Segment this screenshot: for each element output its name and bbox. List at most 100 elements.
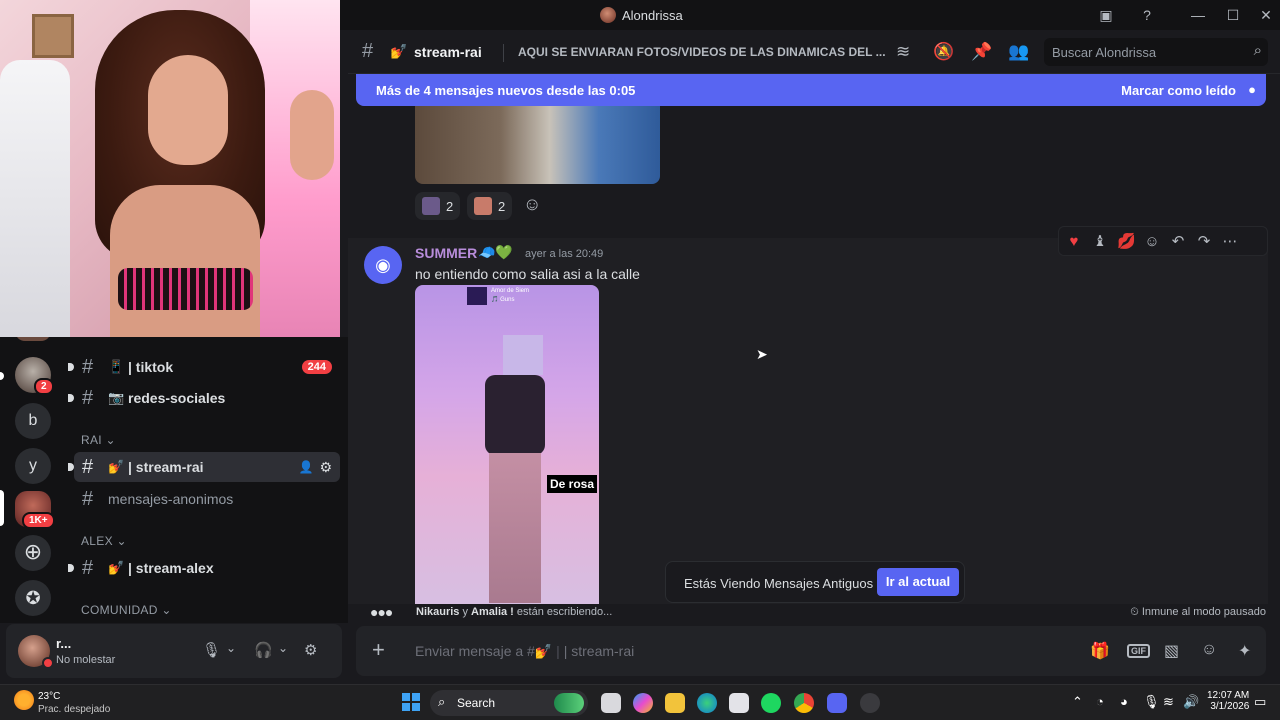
inbox-icon[interactable]: ▣ (1096, 6, 1116, 24)
channel-stream-rai[interactable]: # 💅 | stream-rai 👤 ⚙ (68, 452, 340, 482)
weather-temp[interactable]: 23°C (38, 691, 60, 702)
taskbar-search[interactable]: ⌕ Search (430, 690, 588, 716)
notifications-icon[interactable]: ▭ (1254, 694, 1266, 710)
hash-icon: # (82, 455, 94, 478)
server-b[interactable]: b (15, 403, 51, 439)
channel-redes-sociales[interactable]: # 📷 redes-sociales (68, 383, 340, 413)
emoji-reaction-icon[interactable]: ♝ (1091, 232, 1109, 250)
discover-icon[interactable]: ✪ (15, 580, 51, 616)
channel-tiktok[interactable]: # 📱 | tiktok 244 (68, 352, 340, 382)
mark-as-read-button[interactable]: Marcar como leído (1121, 83, 1236, 98)
chevron-down-icon[interactable]: ⌄ (278, 641, 288, 655)
threads-icon[interactable]: ≋ (896, 42, 910, 62)
channel-mensajes-anonimos[interactable]: # mensajes-anonimos (74, 484, 340, 514)
reaction-pill[interactable]: 2 (415, 192, 461, 220)
mark-read-icon: ● (1248, 82, 1256, 97)
channel-topic[interactable]: AQUI SE ENVIARAN FOTOS/VIDEOS DE LAS DIN… (518, 45, 888, 59)
hash-icon: # (362, 40, 374, 62)
apps-icon[interactable]: ✦ (1238, 641, 1251, 661)
task-view-icon[interactable] (601, 693, 621, 713)
search-input[interactable]: Buscar Alondrissa ⌕ (1044, 38, 1268, 66)
album-cover (467, 287, 487, 305)
reaction-pill[interactable]: 2 (467, 192, 513, 220)
forward-icon[interactable]: ↷ (1195, 232, 1213, 250)
volume-icon[interactable]: 🔊 (1183, 694, 1199, 710)
more-options-icon[interactable]: ⋯ (1221, 232, 1239, 250)
category-alex[interactable]: ALEX ⌄ (81, 534, 127, 548)
server-y[interactable]: y (15, 448, 51, 484)
copilot-icon[interactable] (633, 693, 653, 713)
new-messages-bar[interactable]: Más de 4 mensajes nuevos desde las 0:05 … (356, 74, 1266, 106)
message-author[interactable]: SUMMER (415, 245, 477, 261)
gear-icon[interactable]: ⚙ (304, 641, 317, 659)
tray-expand-icon[interactable]: ⌃ (1072, 694, 1083, 710)
gift-icon[interactable]: 🎁 (1090, 641, 1110, 661)
message-text: no entiendo como salia asi a la calle (415, 266, 640, 282)
file-explorer-icon[interactable] (665, 693, 685, 713)
person-figure (485, 375, 545, 455)
category-comunidad[interactable]: COMUNIDAD ⌄ (81, 603, 172, 617)
gif-button[interactable]: GIF (1127, 644, 1150, 658)
jump-to-present-button[interactable]: Ir al actual (877, 568, 959, 596)
microphone-icon[interactable]: 🎙 (1143, 694, 1160, 710)
previous-attachment-image[interactable] (415, 106, 660, 184)
music-sticker: Amor de Siem 🎵 Guns (467, 287, 557, 305)
streamer-hand (290, 90, 334, 180)
windows-start-icon[interactable] (402, 693, 420, 711)
add-reaction-icon[interactable]: ☺ (523, 194, 541, 215)
person-figure (503, 335, 543, 375)
notifications-muted-icon[interactable]: 🔕 (933, 42, 954, 62)
pinned-messages-icon[interactable]: 📌 (971, 42, 992, 62)
lips-reaction-icon[interactable]: 💋 (1117, 232, 1136, 250)
search-icon: ⌕ (1253, 42, 1262, 59)
unread-dot (68, 564, 74, 572)
toast-text: Estás Viendo Mensajes Antiguos (684, 576, 874, 591)
system-clock[interactable]: 12:07 AM 3/1/2026 (1207, 690, 1249, 712)
message-timestamp: ayer a las 20:49 (525, 248, 604, 260)
wifi-icon[interactable]: ≋ (1163, 694, 1174, 710)
maximize-button[interactable]: ☐ (1223, 6, 1243, 24)
add-reaction-icon[interactable]: ☺ (1143, 233, 1161, 250)
channel-stream-alex[interactable]: # 💅 | stream-alex (68, 553, 340, 583)
typing-indicator: ●●● Nikauris y Amalia ! están escribiend… (348, 604, 1280, 622)
help-icon[interactable]: ? (1137, 6, 1157, 24)
message-list: 2 2 ☺ ◉ SUMMER 🧢💚 ayer a las 20:49 no en… (348, 106, 1268, 604)
emoji-picker-icon[interactable]: ☺ (1201, 641, 1217, 659)
category-rai[interactable]: RAI ⌄ (81, 433, 116, 447)
weather-condition[interactable]: Prac. despejado (38, 704, 110, 715)
composer-placeholder: Enviar mensaje a #💅 | | stream-rai (415, 643, 635, 659)
server-icon (600, 7, 616, 23)
tray-app-icon[interactable]: ◕ (1120, 694, 1128, 709)
discord-icon[interactable] (827, 693, 847, 713)
mention-badge: 2 (34, 378, 54, 395)
avatar[interactable]: ◉ (364, 246, 402, 284)
chevron-down-icon[interactable]: ⌄ (226, 641, 236, 655)
taskbar: 23°C Prac. despejado ⌕ Search ⌃ ◔ ◕ 🎙 ≋ … (0, 684, 1280, 720)
video-attachment[interactable]: Amor de Siem 🎵 Guns De rosa (415, 285, 599, 604)
store-icon[interactable] (729, 693, 749, 713)
obs-icon[interactable] (860, 693, 880, 713)
typing-dots-icon: ●●● (370, 604, 393, 620)
edge-icon[interactable] (697, 693, 717, 713)
tray-app-icon[interactable]: ◔ (1096, 694, 1104, 709)
chrome-icon[interactable] (794, 693, 814, 713)
reaction-emoji (422, 197, 440, 215)
weather-icon[interactable] (14, 690, 34, 710)
sticker-icon[interactable]: ▧ (1164, 641, 1179, 661)
heart-reaction-icon[interactable]: ♥ (1065, 233, 1083, 250)
member-list-icon[interactable]: 👥 (1008, 42, 1029, 62)
headphones-icon[interactable]: 🎧 (254, 641, 273, 659)
server-rail: 2 b y 1K+ ⊕ ✪ (0, 331, 66, 623)
add-server-icon[interactable]: ⊕ (15, 535, 51, 571)
message-composer[interactable]: + Enviar mensaje a #💅 | | stream-rai 🎁 G… (356, 626, 1266, 676)
upload-plus-icon[interactable]: + (372, 637, 385, 663)
reply-icon[interactable]: ↶ (1169, 232, 1187, 250)
gear-icon[interactable]: ⚙ (319, 459, 332, 476)
dnd-status-icon (42, 657, 54, 669)
minimize-button[interactable]: — (1188, 6, 1208, 24)
close-button[interactable]: ✕ (1256, 6, 1276, 24)
username[interactable]: r... (56, 636, 71, 651)
spotify-icon[interactable] (761, 693, 781, 713)
microphone-icon[interactable]: 🎙 (202, 641, 221, 659)
invite-icon[interactable]: 👤 (298, 460, 313, 474)
